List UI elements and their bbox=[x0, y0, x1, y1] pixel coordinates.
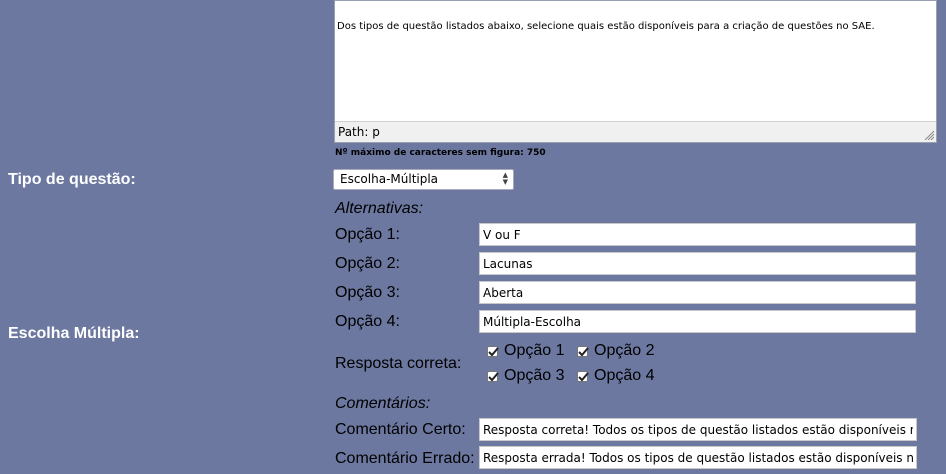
option-2-input[interactable] bbox=[479, 252, 916, 275]
editor-path-bar: Path: p bbox=[335, 121, 936, 142]
checkbox-checked-icon bbox=[487, 345, 499, 357]
checkbox-label: Opção 4 bbox=[594, 367, 655, 384]
option-1-input[interactable] bbox=[479, 223, 916, 246]
comments-title: Comentários: bbox=[335, 395, 431, 412]
option-1-label: Opção 1: bbox=[335, 226, 400, 243]
editor-content[interactable]: Dos tipos de questão listados abaixo, se… bbox=[337, 21, 875, 32]
correct-option-4-checkbox[interactable]: Opção 4 bbox=[577, 367, 654, 385]
resize-handle-icon[interactable] bbox=[924, 130, 934, 140]
wrong-comment-label: Comentário Errado: bbox=[335, 450, 475, 467]
multiple-choice-label: Escolha Múltipla: bbox=[8, 325, 140, 342]
checkbox-checked-icon bbox=[577, 345, 589, 357]
select-arrows-icon: ▲ ▼ bbox=[502, 171, 508, 186]
checkbox-label: Opção 1 bbox=[504, 342, 565, 359]
checkbox-label: Opção 2 bbox=[594, 342, 655, 359]
alternatives-title: Alternativas: bbox=[335, 200, 424, 217]
correct-comment-input[interactable] bbox=[479, 418, 917, 441]
option-3-input[interactable] bbox=[479, 281, 916, 304]
correct-option-2-checkbox[interactable]: Opção 2 bbox=[577, 342, 654, 360]
question-editor[interactable]: Dos tipos de questão listados abaixo, se… bbox=[334, 0, 937, 143]
correct-comment-label: Comentário Certo: bbox=[335, 421, 466, 438]
checkbox-checked-icon bbox=[487, 370, 499, 382]
question-type-selected: Escolha-Múltipla bbox=[340, 172, 439, 186]
question-type-select[interactable]: Escolha-Múltipla ▲ ▼ bbox=[333, 169, 514, 190]
option-2-label: Opção 2: bbox=[335, 255, 400, 272]
correct-answer-label: Resposta correta: bbox=[335, 355, 462, 372]
checkbox-checked-icon bbox=[577, 370, 589, 382]
correct-option-3-checkbox[interactable]: Opção 3 bbox=[487, 367, 564, 385]
question-type-label: Tipo de questão: bbox=[8, 171, 136, 188]
option-3-label: Opção 3: bbox=[335, 284, 400, 301]
option-4-label: Opção 4: bbox=[335, 313, 400, 330]
option-4-input[interactable] bbox=[479, 310, 916, 333]
checkbox-label: Opção 3 bbox=[504, 367, 565, 384]
wrong-comment-input[interactable] bbox=[479, 446, 917, 469]
editor-path: Path: p bbox=[338, 125, 380, 139]
char-limit-note: Nº máximo de caracteres sem figura: 750 bbox=[335, 148, 546, 158]
correct-option-1-checkbox[interactable]: Opção 1 bbox=[487, 342, 564, 360]
